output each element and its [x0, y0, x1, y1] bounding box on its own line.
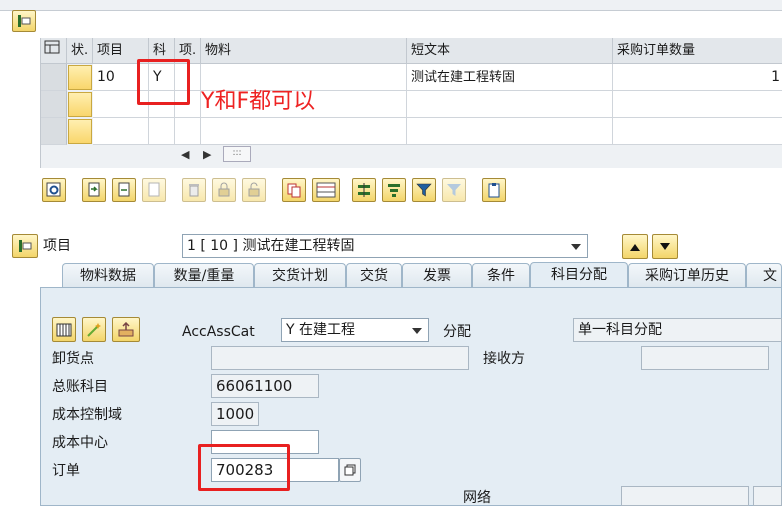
chevron-down-icon [571, 244, 581, 250]
tab-account-assignment[interactable]: 科目分配 [530, 262, 628, 288]
po-qty-cell[interactable]: 1 [613, 64, 782, 91]
chevron-down-icon [412, 328, 422, 334]
unloading-point-label: 卸货点 [52, 351, 94, 367]
row-selector[interactable] [41, 118, 67, 145]
scroll-thumb[interactable]: ::: [223, 146, 251, 162]
insert-item-icon[interactable] [112, 178, 136, 202]
previous-item-button[interactable] [622, 234, 648, 259]
grid-icon[interactable] [52, 317, 76, 342]
table-settings-icon[interactable] [41, 38, 67, 64]
tab-quantity-weight[interactable]: 数量/重量 [154, 263, 254, 287]
row-selector[interactable] [41, 64, 67, 91]
sort-icon[interactable] [352, 178, 376, 202]
copy-item-icon[interactable] [82, 178, 106, 202]
tab-delivery-schedule[interactable]: 交货计划 [254, 263, 346, 287]
transfer-icon[interactable] [112, 317, 140, 342]
item-dropdown-value: 1 [ 10 ] 测试在建工程转固 [187, 238, 355, 254]
account-assignment-overview-icon[interactable] [312, 178, 340, 202]
item-dropdown[interactable]: 1 [ 10 ] 测试在建工程转固 [182, 234, 588, 258]
clipboard-icon[interactable] [482, 178, 506, 202]
recipient-label: 接收方 [483, 351, 525, 367]
status-cell[interactable] [68, 119, 92, 144]
tab-invoice[interactable]: 发票 [402, 263, 472, 287]
short-text-cell[interactable] [407, 118, 613, 145]
scroll-left-icon[interactable]: ◀ [181, 148, 189, 161]
recipient-field[interactable] [641, 346, 769, 370]
tab-po-history[interactable]: 采购订单历史 [628, 263, 746, 287]
cost-center-label: 成本中心 [52, 435, 108, 451]
details-icon[interactable] [42, 178, 66, 202]
sort-descending-icon[interactable] [382, 178, 406, 202]
po-qty-cell[interactable] [613, 91, 782, 118]
co-area-label: 成本控制域 [52, 407, 122, 423]
top-strip [0, 0, 782, 11]
short-text-cell[interactable]: 测试在建工程转固 [407, 64, 613, 91]
order-search-help-icon[interactable] [339, 458, 361, 482]
distribution-label: 分配 [443, 324, 471, 340]
network-activity-field[interactable] [753, 486, 782, 506]
co-area-field[interactable]: 1000 [211, 402, 259, 426]
tab-conditions[interactable]: 条件 [472, 263, 530, 287]
gl-account-field[interactable]: 66061100 [211, 374, 319, 398]
paste-item-icon[interactable] [142, 178, 166, 202]
item-cat-cell[interactable] [175, 118, 201, 145]
expand-screen-icon[interactable] [12, 10, 36, 32]
material-cell[interactable] [201, 118, 407, 145]
col-header-status[interactable]: 状. [67, 38, 93, 64]
tab-delivery[interactable]: 交货 [346, 263, 402, 287]
filter-icon[interactable] [412, 178, 436, 202]
order-label: 订单 [52, 463, 80, 479]
po-qty-cell[interactable] [613, 118, 782, 145]
acc-ass-cat-value: Y 在建工程 [286, 322, 356, 338]
network-label: 网络 [463, 490, 491, 506]
status-cell[interactable] [68, 65, 92, 90]
next-item-button[interactable] [652, 234, 678, 259]
item-label: 项目 [43, 238, 71, 254]
col-header-material[interactable]: 物料 [201, 38, 407, 64]
acct-cat-cell[interactable] [149, 118, 175, 145]
col-header-po-qty[interactable]: 采购订单数量 [613, 38, 782, 64]
unloading-point-field[interactable] [211, 346, 469, 370]
delete-icon[interactable] [182, 178, 206, 202]
unlock-icon[interactable] [242, 178, 266, 202]
magic-wand-icon[interactable] [82, 317, 106, 342]
filter-settings-icon[interactable] [442, 178, 466, 202]
tab-texts[interactable]: 文本 [746, 263, 782, 287]
status-cell[interactable] [68, 92, 92, 117]
annotation-box [137, 59, 190, 105]
item-cell[interactable] [93, 118, 149, 145]
row-selector[interactable] [41, 91, 67, 118]
col-header-short-text[interactable]: 短文本 [407, 38, 613, 64]
network-field[interactable] [621, 486, 749, 506]
distribution-field[interactable]: 单一科目分配 [573, 318, 782, 342]
annotation-box [198, 444, 290, 491]
lock-icon[interactable] [212, 178, 236, 202]
short-text-cell[interactable] [407, 91, 613, 118]
acc-ass-cat-label: AccAssCat [182, 324, 255, 340]
acc-ass-cat-dropdown[interactable]: Y 在建工程 [281, 318, 429, 342]
gl-account-label: 总账科目 [52, 379, 108, 395]
tab-material-data[interactable]: 物料数据 [62, 263, 154, 287]
scroll-right-icon[interactable]: ▶ [203, 148, 211, 161]
copy-icon[interactable] [282, 178, 306, 202]
collapse-item-detail-icon[interactable] [12, 234, 38, 258]
annotation-text: Y和F都可以 [201, 89, 316, 114]
